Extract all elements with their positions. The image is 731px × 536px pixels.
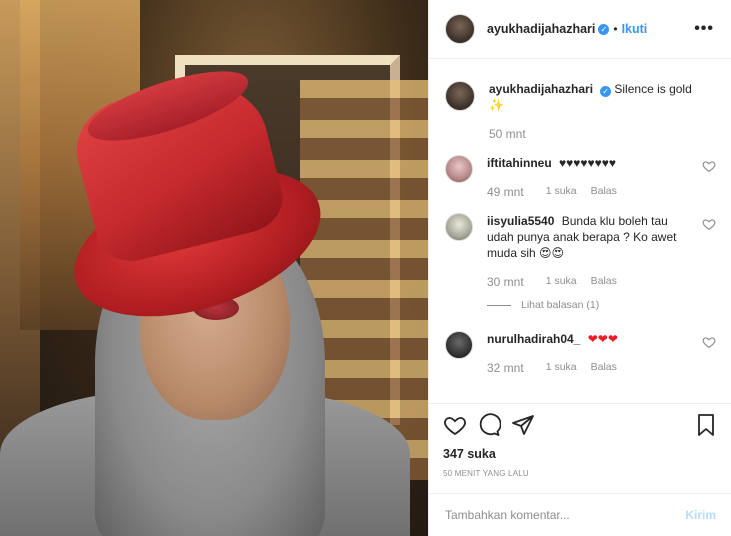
- reply-button[interactable]: Balas: [591, 185, 617, 199]
- comment-username[interactable]: iftitahinneu: [487, 156, 552, 170]
- share-paper-plane-icon[interactable]: [511, 413, 535, 437]
- author-username[interactable]: ayukhadijahazhari: [487, 22, 595, 36]
- author-avatar[interactable]: [445, 14, 475, 44]
- commenter-avatar[interactable]: [445, 213, 473, 241]
- post-header: ayukhadijahazhari ✓ • Ikuti •••: [429, 0, 731, 59]
- comment-item: iisyulia5540 Bunda klu boleh tau udah pu…: [445, 213, 716, 289]
- comment-text: iisyulia5540 Bunda klu boleh tau udah pu…: [487, 213, 692, 261]
- like-heart-icon[interactable]: [443, 413, 467, 437]
- comment-likes[interactable]: 1 suka: [546, 361, 577, 375]
- action-icons: [443, 412, 718, 438]
- comment-input[interactable]: [445, 508, 686, 522]
- comment-time[interactable]: 49 mnt: [487, 185, 524, 199]
- comment-like-heart-icon[interactable]: [702, 217, 716, 231]
- comment-text: iftitahinneu ♥♥♥♥♥♥♥♥: [487, 155, 692, 171]
- comment-like-heart-icon[interactable]: [702, 159, 716, 173]
- separator-dot: •: [613, 22, 618, 36]
- reply-button[interactable]: Balas: [591, 275, 617, 289]
- post-timestamp[interactable]: 50 MENIT YANG LALU: [443, 469, 718, 478]
- caption-time[interactable]: 50 mnt: [489, 127, 526, 141]
- likes-count[interactable]: 347 suka: [443, 447, 718, 461]
- reply-button[interactable]: Balas: [591, 361, 617, 375]
- comment-likes[interactable]: 1 suka: [546, 275, 577, 289]
- caption-body: Silence is gold: [614, 82, 692, 96]
- comment-username[interactable]: nurulhadirah04_: [487, 332, 580, 346]
- comment-body: ❤❤❤: [587, 332, 618, 346]
- caption-meta: 50 mnt: [489, 127, 692, 141]
- view-replies-label[interactable]: Lihat balasan (1): [521, 299, 599, 311]
- sparkles-emoji: ✨: [489, 98, 504, 112]
- caption-text: ayukhadijahazhari ✓ Silence is gold ✨: [489, 81, 692, 113]
- verified-badge-icon: ✓: [600, 86, 612, 97]
- comment-meta: 32 mnt 1 suka Balas: [487, 361, 692, 375]
- comment-meta: 49 mnt 1 suka Balas: [487, 185, 692, 199]
- send-comment-button[interactable]: Kirim: [685, 508, 716, 522]
- bookmark-icon[interactable]: [694, 413, 718, 437]
- post-photo[interactable]: [0, 0, 428, 536]
- more-options-icon[interactable]: •••: [694, 20, 714, 38]
- add-comment-bar: Kirim: [429, 493, 731, 536]
- commenter-avatar[interactable]: [445, 331, 473, 359]
- post-side-panel: ayukhadijahazhari ✓ • Ikuti ••• ayukhadi…: [428, 0, 731, 536]
- comment-bubble-icon[interactable]: [477, 413, 501, 437]
- follow-button[interactable]: Ikuti: [622, 22, 648, 36]
- instagram-post: ayukhadijahazhari ✓ • Ikuti ••• ayukhadi…: [0, 0, 731, 536]
- comment-likes[interactable]: 1 suka: [546, 185, 577, 199]
- comment-username[interactable]: iisyulia5540: [487, 214, 554, 228]
- comment-item: iftitahinneu ♥♥♥♥♥♥♥♥ 49 mnt 1 suka Bala…: [445, 155, 716, 199]
- comment-text: nurulhadirah04_ ❤❤❤: [487, 331, 692, 347]
- caption: ayukhadijahazhari ✓ Silence is gold ✨ 50 …: [445, 81, 716, 141]
- comment-body: ♥♥♥♥♥♥♥♥: [559, 156, 617, 170]
- caption-username[interactable]: ayukhadijahazhari: [489, 82, 593, 96]
- verified-badge-icon: ✓: [598, 23, 610, 35]
- comment-time[interactable]: 30 mnt: [487, 275, 524, 289]
- commenter-avatar[interactable]: [445, 155, 473, 183]
- author-avatar[interactable]: [445, 81, 475, 111]
- view-replies[interactable]: Lihat balasan (1): [487, 299, 716, 311]
- comment-item: nurulhadirah04_ ❤❤❤ 32 mnt 1 suka Balas: [445, 331, 716, 375]
- comment-like-heart-icon[interactable]: [702, 335, 716, 349]
- comment-meta: 30 mnt 1 suka Balas: [487, 275, 692, 289]
- replies-line: [487, 304, 511, 306]
- comments-list[interactable]: ayukhadijahazhari ✓ Silence is gold ✨ 50 …: [429, 59, 731, 403]
- post-actions: 347 suka 50 MENIT YANG LALU: [429, 403, 731, 493]
- comment-time[interactable]: 32 mnt: [487, 361, 524, 375]
